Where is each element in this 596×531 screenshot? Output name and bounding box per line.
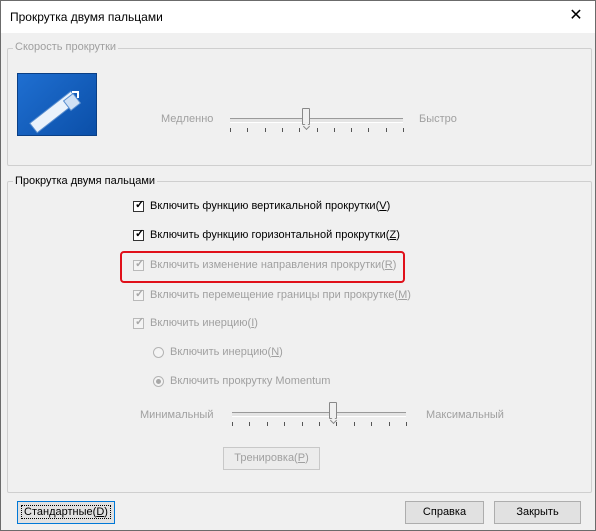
slider-tick — [403, 128, 404, 132]
radio-inertia-circle — [153, 346, 164, 358]
slider-tick — [316, 128, 318, 132]
radio-momentum: Включить прокрутку Momentum — [153, 375, 330, 387]
inertia-label: Включить инерцию(I) — [150, 317, 258, 329]
fast-label: Быстро — [419, 113, 457, 125]
slider-tick — [385, 128, 387, 132]
scroll-group-legend: Прокрутка двумя пальцами — [13, 175, 158, 187]
scroll-illustration-image — [17, 73, 97, 136]
finger-scroll-icon — [29, 90, 82, 134]
edge-motion-checkbox: ✓ Включить перемещение границы при прокр… — [133, 287, 411, 301]
max-label: Максимальный — [426, 409, 504, 421]
radio-inertia: Включить инерцию(N) — [153, 346, 283, 358]
inertia-box: ✓ — [133, 315, 145, 329]
slider-tick — [230, 128, 231, 132]
slow-label: Медленно — [161, 113, 214, 125]
check-icon: ✓ — [135, 198, 145, 211]
slider-tick — [249, 422, 251, 426]
check-icon: ✓ — [135, 315, 145, 328]
slider-tick — [371, 422, 373, 426]
defaults-button[interactable]: Стандартные(D) — [17, 501, 115, 524]
check-icon: ✓ — [135, 227, 145, 240]
inertia-checkbox: ✓ Включить инерцию(I) — [133, 315, 258, 329]
speed-slider-track — [230, 118, 403, 123]
edge-motion-box: ✓ — [133, 287, 145, 301]
slider-tick — [247, 128, 249, 132]
slider-tick — [406, 422, 407, 426]
min-label: Минимальный — [140, 409, 214, 421]
radio-momentum-circle — [153, 375, 164, 387]
slider-tick — [388, 422, 390, 426]
check-icon: ✓ — [135, 287, 145, 300]
training-button: Тренировка(P) — [223, 447, 320, 470]
slider-tick — [301, 422, 303, 426]
vertical-scroll-label: Включить функцию вертикальной прокрутки(… — [150, 200, 391, 212]
slider-tick — [333, 128, 335, 132]
slider-tick — [319, 422, 320, 426]
speed-group-legend: Скорость прокрутки — [13, 41, 119, 53]
horizontal-scroll-box[interactable]: ✓ — [133, 227, 145, 241]
slider-tick — [284, 422, 286, 426]
close-button[interactable]: Закрыть — [494, 501, 581, 524]
horizontal-scroll-checkbox[interactable]: ✓ Включить функцию горизонтальной прокру… — [133, 227, 400, 241]
slider-tick — [266, 422, 268, 426]
help-button[interactable]: Справка — [405, 501, 484, 524]
radio-momentum-label: Включить прокрутку Momentum — [170, 375, 331, 387]
slider-tick — [351, 128, 353, 132]
slider-tick — [232, 422, 233, 426]
speed-slider-thumb[interactable] — [302, 108, 311, 125]
radio-inertia-label: Включить инерцию(N) — [170, 346, 283, 358]
slider-tick — [264, 128, 266, 132]
inertia-slider-thumb — [328, 402, 337, 419]
vertical-scroll-box[interactable]: ✓ — [133, 198, 145, 212]
dialog-window: Прокрутка двумя пальцами ✕ Скорость прок… — [0, 0, 596, 531]
edge-motion-label: Включить перемещение границы при прокрут… — [150, 289, 411, 301]
title-bar: Прокрутка двумя пальцами ✕ — [1, 1, 595, 33]
close-icon[interactable]: ✕ — [563, 5, 589, 27]
slider-tick — [353, 422, 355, 426]
slider-tick — [299, 128, 301, 132]
horizontal-scroll-label: Включить функцию горизонтальной прокрутк… — [150, 229, 400, 241]
radio-selected-dot — [156, 378, 161, 384]
highlight-box — [120, 251, 405, 283]
slider-tick — [336, 422, 338, 426]
slider-tick — [281, 128, 283, 132]
window-title: Прокрутка двумя пальцами — [10, 10, 163, 24]
slider-tick — [368, 128, 370, 132]
vertical-scroll-checkbox[interactable]: ✓ Включить функцию вертикальной прокрутк… — [133, 198, 391, 212]
inertia-slider-track — [232, 412, 406, 417]
